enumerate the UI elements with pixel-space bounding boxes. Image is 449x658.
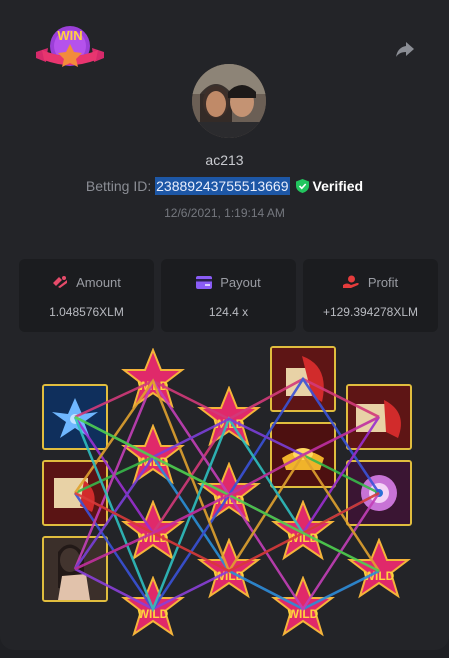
amount-value: 1.048576XLM	[49, 305, 124, 319]
slot-reels: WILD WILD WILD WILD WILD WILD WILD WILD …	[0, 340, 449, 640]
betting-id-value[interactable]: 23889243755513669	[155, 177, 290, 195]
wild-symbol: WILD	[121, 424, 185, 485]
wild-symbol: WILD	[121, 348, 185, 409]
amount-icon	[53, 276, 68, 288]
purple-flower-symbol	[346, 460, 412, 526]
username: ac213	[205, 152, 244, 168]
scroll-symbol	[42, 460, 108, 526]
avatar	[192, 64, 266, 138]
profit-icon	[342, 275, 359, 288]
wild-symbol: WILD	[271, 500, 335, 561]
verified-label: Verified	[312, 178, 364, 194]
lady-symbol	[42, 536, 108, 602]
wild-label: WILD	[214, 417, 245, 431]
scroll-right-symbol	[346, 384, 412, 450]
payout-card: Payout 124.4 x	[161, 259, 296, 332]
wild-symbol: WILD	[197, 538, 261, 599]
win-logo: WIN	[36, 26, 104, 67]
wild-label: WILD	[138, 531, 169, 545]
amount-card: Amount 1.048576XLM	[19, 259, 154, 332]
verified-shield-icon	[295, 179, 309, 193]
wild-label: WILD	[138, 379, 169, 393]
amount-label: Amount	[76, 275, 121, 290]
wild-symbol: WILD	[197, 462, 261, 523]
blue-flower-symbol	[42, 384, 108, 450]
payout-card-icon	[196, 276, 213, 289]
payout-label: Payout	[220, 275, 261, 290]
wild-symbol: WILD	[347, 538, 411, 599]
wild-label: WILD	[214, 493, 245, 507]
profit-value: +129.394278XLM	[322, 305, 419, 319]
bet-details-panel: WIN ac213 Betting ID: 23889243755513669 V…	[0, 0, 449, 650]
wild-label: WILD	[138, 607, 169, 621]
gold-ingot-symbol	[270, 422, 336, 488]
logo-text: WIN	[57, 28, 82, 43]
scroll-red-symbol	[270, 346, 336, 412]
wild-label: WILD	[364, 569, 395, 583]
profit-card: Profit +129.394278XLM	[303, 259, 438, 332]
wild-label: WILD	[138, 455, 169, 469]
wild-symbol: WILD	[121, 500, 185, 561]
share-icon[interactable]	[394, 38, 416, 60]
wild-symbol: WILD	[197, 386, 261, 447]
betting-id-row: Betting ID: 23889243755513669 Verified	[0, 177, 449, 195]
bet-datetime: 12/6/2021, 1:19:14 AM	[164, 206, 285, 220]
wild-label: WILD	[214, 569, 245, 583]
profit-label: Profit	[367, 275, 399, 290]
betting-id-label: Betting ID:	[85, 178, 152, 194]
wild-label: WILD	[288, 531, 319, 545]
payout-value: 124.4 x	[208, 305, 249, 319]
wild-symbol: WILD	[271, 576, 335, 637]
wild-symbol: WILD	[121, 576, 185, 637]
wild-label: WILD	[288, 607, 319, 621]
